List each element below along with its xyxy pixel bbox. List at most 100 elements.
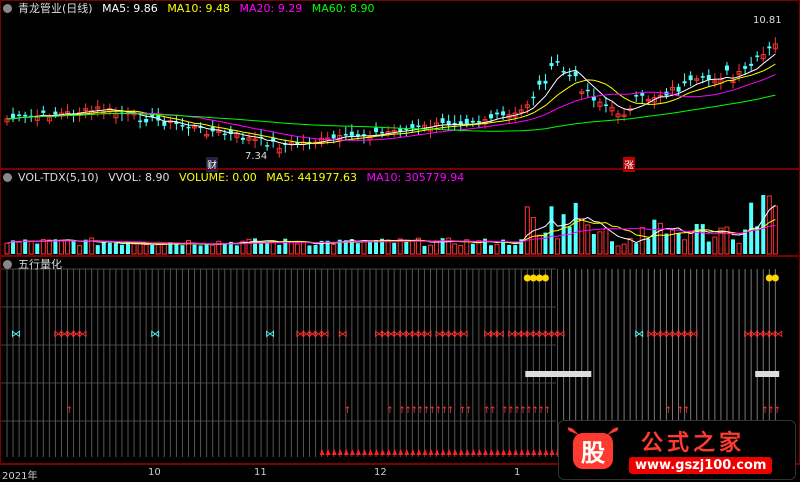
ma60-label: MA60: 8.90	[311, 2, 375, 15]
signal-triangle	[416, 449, 422, 455]
signal-triangle	[476, 449, 482, 455]
signal-triangle	[337, 449, 343, 455]
volume-bar	[192, 244, 197, 254]
panel-menu-icon[interactable]	[3, 173, 12, 182]
signal-triangle	[452, 449, 458, 455]
candle	[416, 125, 421, 128]
volume-bar	[161, 243, 167, 255]
volume-bar	[35, 243, 40, 254]
date-tick: 10	[148, 467, 161, 478]
signal-yellow-dot	[541, 274, 549, 282]
volume-bar	[300, 241, 306, 255]
volume-bar	[700, 224, 705, 254]
volume-label: VOLUME: 0.00	[179, 171, 257, 184]
volume-bar	[489, 245, 493, 254]
candle	[573, 71, 578, 77]
volume-bar	[507, 244, 512, 254]
signal-triangle	[495, 449, 501, 455]
signal-triangle	[525, 449, 531, 455]
candle	[464, 118, 469, 124]
candle	[724, 65, 729, 71]
volume-bar	[77, 245, 83, 255]
signal-red: ⋈	[773, 329, 783, 340]
volume-bar	[409, 239, 415, 255]
volume-bar	[204, 244, 209, 254]
volume-bar	[331, 243, 337, 255]
candle	[476, 121, 481, 123]
volume-bar	[761, 195, 766, 254]
volume-bar	[621, 243, 627, 255]
signal-cyan: ⋈	[11, 329, 21, 340]
vol-ma5-label: MA5: 441977.63	[266, 171, 357, 184]
volume-bar	[422, 245, 427, 254]
signal-cyan: ⋈	[265, 329, 275, 340]
volume-bar	[549, 206, 554, 254]
signal-arrow: ↑	[489, 406, 497, 416]
volume-bar	[597, 231, 603, 255]
volume-bar	[16, 241, 22, 255]
volume-bar	[259, 242, 264, 254]
candle	[240, 137, 245, 140]
volume-bar	[143, 244, 149, 255]
signal-triangle	[331, 449, 337, 455]
signal-yellow-dot	[535, 274, 543, 282]
signal-red: ⋈	[556, 329, 566, 340]
signal-triangle	[446, 449, 452, 455]
volume-panel[interactable]: VOL-TDX(5,10) VVOL: 8.90 VOLUME: 0.00 MA…	[0, 169, 800, 256]
price-panel[interactable]: 青龙管业(日线) MA5: 9.86 MA10: 9.48 MA20: 9.29…	[0, 0, 800, 172]
candle	[186, 126, 191, 129]
candle	[567, 74, 572, 77]
candle	[767, 46, 772, 49]
volume-bar	[307, 245, 312, 254]
volume-bar	[65, 240, 70, 255]
signal-yellow-dot	[529, 274, 537, 282]
vol-ma10-label: MA10: 305779.94	[366, 171, 465, 184]
signal-arrow: ↑	[386, 406, 394, 416]
volume-legend: VOL-TDX(5,10) VVOL: 8.90 VOLUME: 0.00 MA…	[3, 171, 470, 184]
candle	[549, 63, 554, 67]
volume-bar	[95, 245, 100, 254]
panel-menu-icon[interactable]	[3, 4, 12, 13]
signal-triangle	[428, 449, 434, 455]
wuxing-title: 五行量化	[18, 258, 62, 271]
candle	[749, 63, 754, 66]
signal-triangle	[464, 449, 470, 455]
candle	[162, 121, 167, 126]
signal-triangle	[507, 449, 513, 455]
candle	[603, 104, 608, 106]
volume-bar	[458, 245, 464, 255]
volume-bar	[634, 243, 639, 254]
candle	[23, 114, 28, 117]
signal-triangle	[410, 449, 416, 455]
volume-bar	[603, 227, 609, 255]
volume-bar	[288, 241, 294, 255]
signal-triangle	[349, 449, 355, 455]
candle	[543, 80, 548, 84]
candle	[331, 134, 336, 139]
volume-bar	[561, 214, 566, 254]
volume-bar	[524, 206, 530, 255]
volume-bar	[434, 240, 440, 255]
volume-bar	[573, 202, 578, 254]
price-chart[interactable]	[1, 1, 799, 168]
volume-bar	[174, 243, 179, 254]
volume-bar	[131, 243, 137, 255]
volume-bar	[682, 239, 688, 255]
volume-bar	[470, 243, 475, 254]
volume-bar	[126, 243, 130, 254]
volume-bar	[610, 241, 614, 254]
volume-bar	[579, 217, 585, 255]
low-price-label: 7.34	[245, 151, 268, 162]
signal-triangle	[458, 449, 464, 455]
site-url[interactable]: www.gszj100.com	[629, 457, 773, 474]
ma10-line	[7, 63, 776, 144]
panel-menu-icon[interactable]	[3, 260, 12, 269]
signal-red: ⋈	[320, 329, 330, 340]
candle	[640, 93, 645, 96]
signal-triangle	[519, 449, 525, 455]
candle	[676, 86, 681, 92]
volume-bar	[313, 245, 318, 254]
volume-bar	[107, 242, 112, 254]
date-tick: 1	[514, 467, 521, 478]
vol-title: VOL-TDX(5,10)	[18, 171, 99, 184]
